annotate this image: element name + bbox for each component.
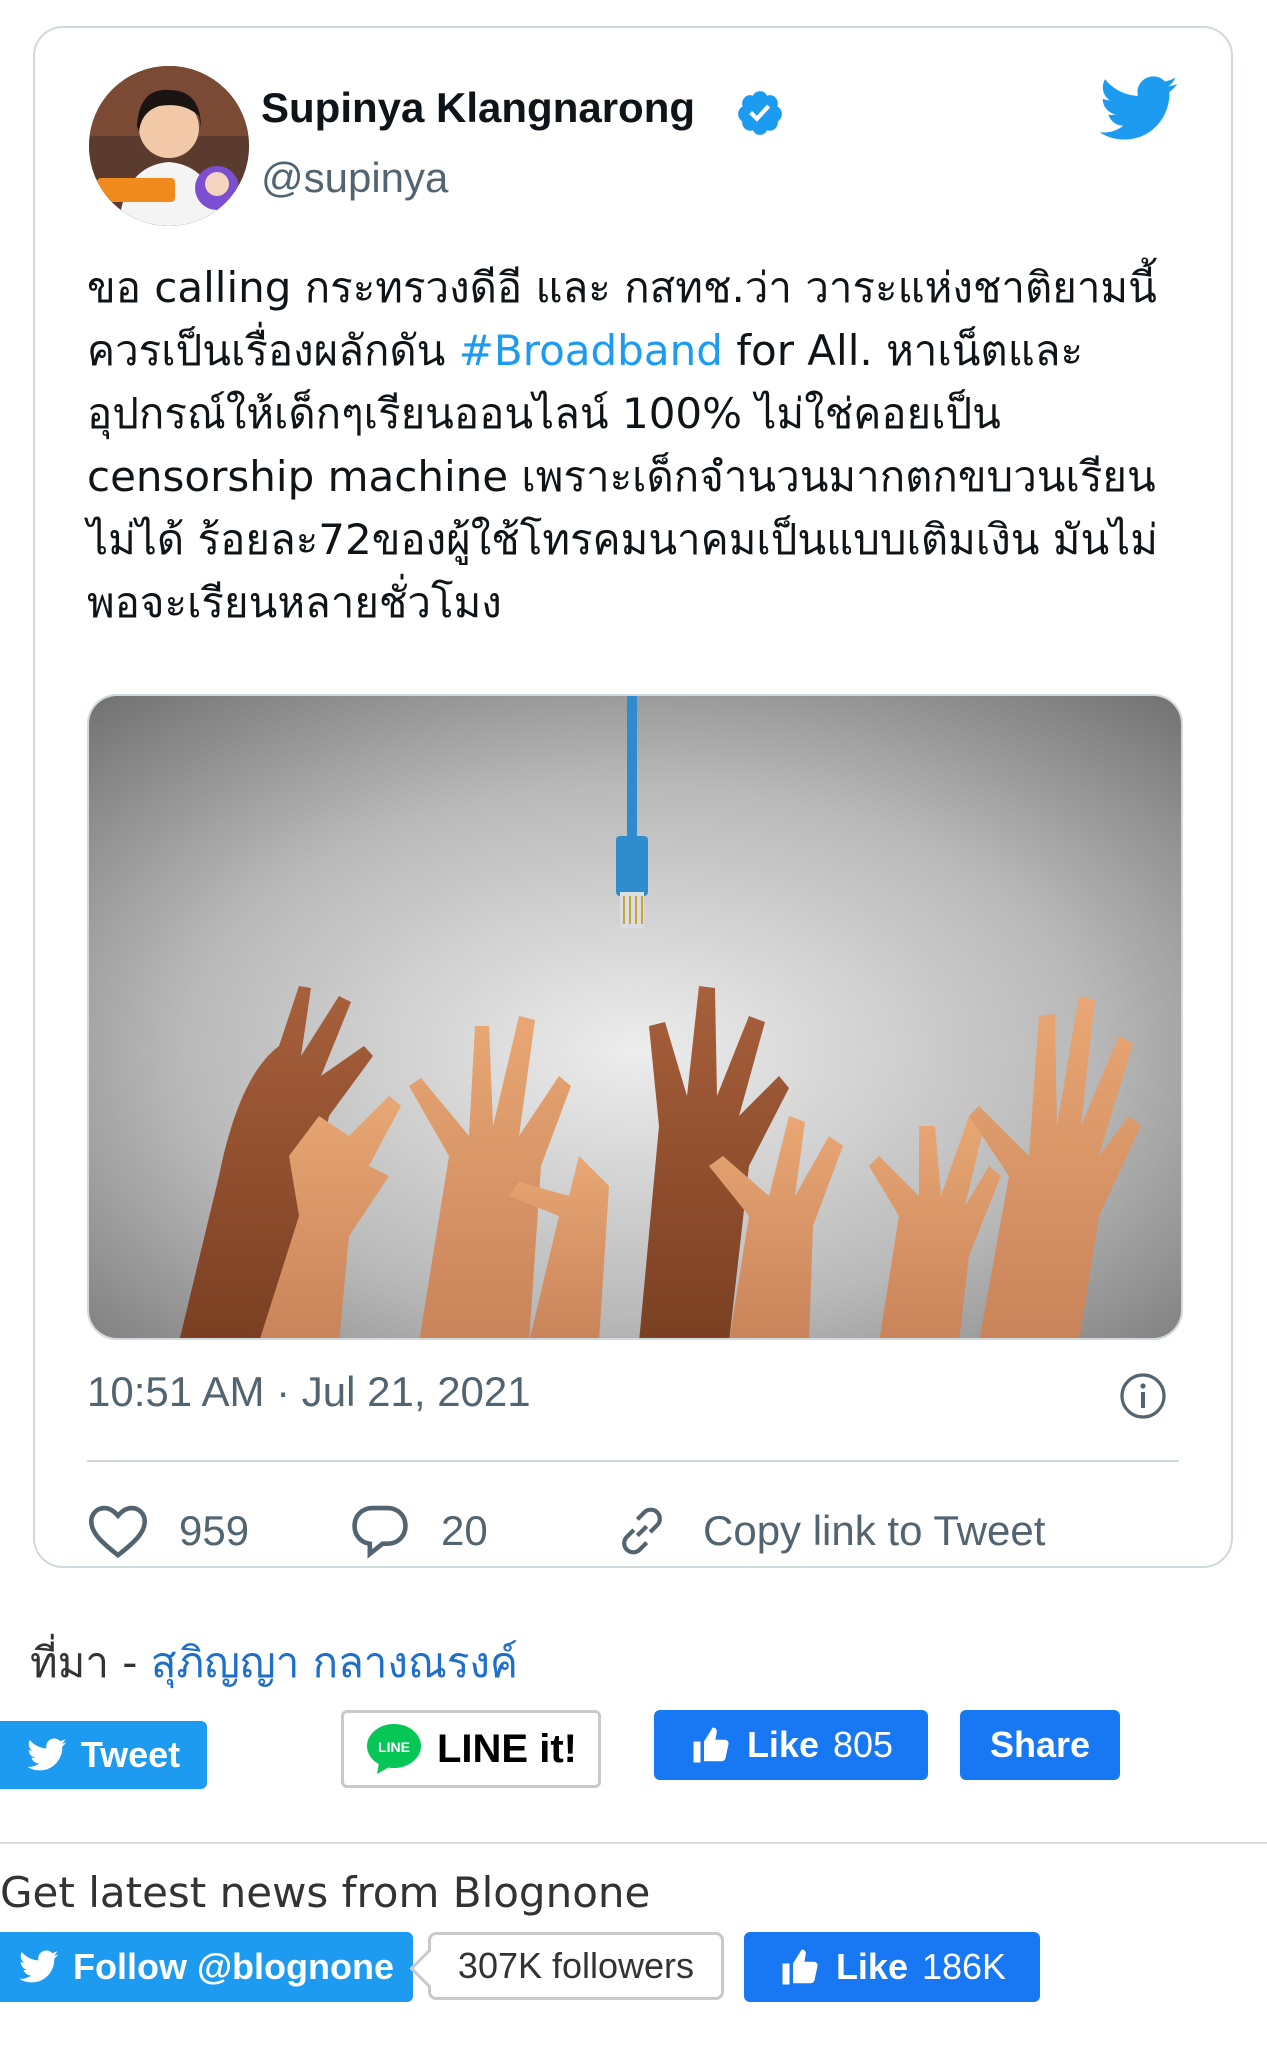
twitter-bird-icon[interactable] [1099,76,1179,142]
like-count: 959 [179,1507,250,1554]
divider [87,1460,1179,1462]
facebook-page-like-button[interactable]: Like 186K [744,1932,1040,2002]
facebook-share-label: Share [989,1724,1091,1765]
source-line: ที่มา - สุภิญญา กลางณรงค์ [30,1630,518,1696]
like-action[interactable]: 959 [87,1496,249,1566]
facebook-like-label: Like [746,1724,819,1765]
reply-action[interactable]: 20 [349,1496,488,1566]
heart-icon [88,1505,148,1559]
line-logo-icon: LINE [367,1724,421,1774]
divider [0,1842,1267,1844]
thumbs-up-icon [782,1949,818,1985]
line-share-label: LINE it! [437,1726,577,1771]
author-handle[interactable]: @supinya [261,154,448,202]
author-avatar[interactable] [89,66,249,226]
twitter-bird-icon [26,1738,67,1771]
follow-label: Follow @blognone [72,1946,395,1987]
tweet-share-label: Tweet [80,1734,181,1775]
latest-news-heading: Get latest news from Blognone [0,1868,651,1917]
tweet-actions: 959 20 Copy link to Tweet [87,1496,1187,1566]
page-like-label: Like [835,1946,908,1987]
facebook-like-button[interactable]: Like 805 [654,1710,928,1780]
reply-count: 20 [441,1507,488,1554]
copy-link-action[interactable]: Copy link to Tweet [611,1496,1045,1566]
tweet-timestamp[interactable]: 10:51 AM · Jul 21, 2021 [87,1368,531,1416]
link-icon [622,1507,662,1555]
hashtag-link[interactable]: #Broadband [459,326,723,375]
followers-count-bubble[interactable]: 307K followers [428,1932,724,2000]
line-badge-text: LINE [378,1739,410,1755]
follow-blognone-button[interactable]: Follow @blognone [0,1932,413,2002]
tweet-card: Supinya Klangnarong @supinya ขอ calling … [33,26,1233,1568]
twitter-bird-icon [19,1950,59,1983]
tweet-image[interactable] [87,694,1183,1340]
verified-badge-icon [738,91,782,135]
facebook-share-button[interactable]: Share [960,1710,1120,1780]
facebook-like-count: 805 [832,1724,894,1765]
info-icon[interactable] [1119,1372,1167,1420]
thumbs-up-icon [693,1727,729,1763]
followers-count: 307K followers [457,1945,695,1986]
copy-link-label: Copy link to Tweet [703,1507,1046,1554]
reply-icon [352,1505,408,1559]
line-share-button[interactable]: LINE LINE it! [341,1710,601,1788]
source-link[interactable]: สุภิญญา กลางณรงค์ [151,1638,518,1687]
author-name[interactable]: Supinya Klangnarong [261,84,695,132]
page-like-count: 186K [921,1946,1007,1987]
tweet-text: ขอ calling กระทรวงดีอี และ กสทช.ว่า วาระ… [87,256,1197,634]
source-prefix: ที่มา - [30,1638,151,1687]
tweet-share-button[interactable]: Tweet [0,1721,207,1789]
